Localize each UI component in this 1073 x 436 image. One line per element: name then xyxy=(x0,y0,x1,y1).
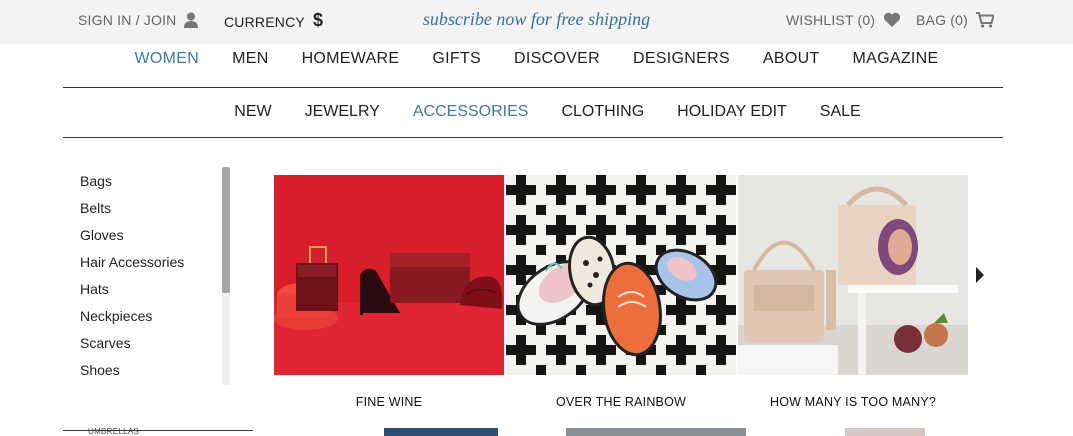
nav-divider xyxy=(63,87,1003,88)
subnav-holiday-edit[interactable]: HOLIDAY EDIT xyxy=(677,103,787,121)
nav-about[interactable]: ABOUT xyxy=(763,50,820,68)
subnav-jewelry[interactable]: JEWELRY xyxy=(305,103,380,121)
feature-card-how-many[interactable] xyxy=(738,175,968,375)
category-gloves[interactable]: Gloves xyxy=(80,226,184,253)
subnav-accessories[interactable]: ACCESSORIES xyxy=(413,103,529,121)
wishlist-link[interactable]: WISHLIST (0) xyxy=(786,12,901,28)
nav-magazine[interactable]: MAGAZINE xyxy=(853,50,939,68)
subnav-sale[interactable]: SALE xyxy=(820,103,861,121)
category-list: Bags Belts Gloves Hair Accessories Hats … xyxy=(80,172,184,436)
utility-bar: SIGN IN / JOIN CURRENCY $ subscribe now … xyxy=(0,0,1073,44)
nav-designers[interactable]: DESIGNERS xyxy=(633,50,730,68)
cart-icon xyxy=(975,12,994,28)
caption-over-the-rainbow[interactable]: OVER THE RAINBOW xyxy=(506,395,736,409)
bag-label: BAG (0) xyxy=(916,12,968,28)
how-many-image xyxy=(738,175,968,375)
sub-navigation: NEW JEWELRY ACCESSORIES CLOTHING HOLIDAY… xyxy=(0,103,1073,121)
nav-gifts[interactable]: GIFTS xyxy=(432,50,481,68)
caption-how-many[interactable]: HOW MANY IS TOO MANY? xyxy=(738,395,968,409)
category-hair-accessories[interactable]: Hair Accessories xyxy=(80,253,184,280)
over-the-rainbow-image xyxy=(506,175,736,375)
category-scarves[interactable]: Scarves xyxy=(80,334,184,361)
category-bags[interactable]: Bags xyxy=(80,172,184,199)
category-belts[interactable]: Belts xyxy=(80,199,184,226)
chevron-right-icon[interactable] xyxy=(975,266,985,289)
nav-women[interactable]: WOMEN xyxy=(134,50,199,68)
subnav-new[interactable]: NEW xyxy=(234,103,271,121)
subnav-clothing[interactable]: CLOTHING xyxy=(561,103,644,121)
free-shipping-promo[interactable]: subscribe now for free shipping xyxy=(0,9,1073,30)
nav-men[interactable]: MEN xyxy=(232,50,268,68)
feature-card-fine-wine[interactable] xyxy=(274,175,504,375)
nav-discover[interactable]: DISCOVER xyxy=(514,50,600,68)
category-scrollbar-thumb[interactable] xyxy=(222,167,230,293)
nav-homeware[interactable]: HOMEWARE xyxy=(302,50,400,68)
next-row-preview xyxy=(0,428,1073,436)
category-shoes[interactable]: Shoes xyxy=(80,361,184,388)
main-navigation: WOMEN MEN HOMEWARE GIFTS DISCOVER DESIGN… xyxy=(0,50,1073,68)
subnav-divider xyxy=(63,137,1003,138)
category-neckpieces[interactable]: Neckpieces xyxy=(80,307,184,334)
heart-icon xyxy=(883,12,901,28)
bag-link[interactable]: BAG (0) xyxy=(916,12,994,28)
caption-fine-wine[interactable]: FINE WINE xyxy=(274,395,504,409)
feature-card-over-the-rainbow[interactable] xyxy=(506,175,736,375)
wishlist-label: WISHLIST (0) xyxy=(786,12,876,28)
fine-wine-image xyxy=(274,175,504,375)
category-hats[interactable]: Hats xyxy=(80,280,184,307)
